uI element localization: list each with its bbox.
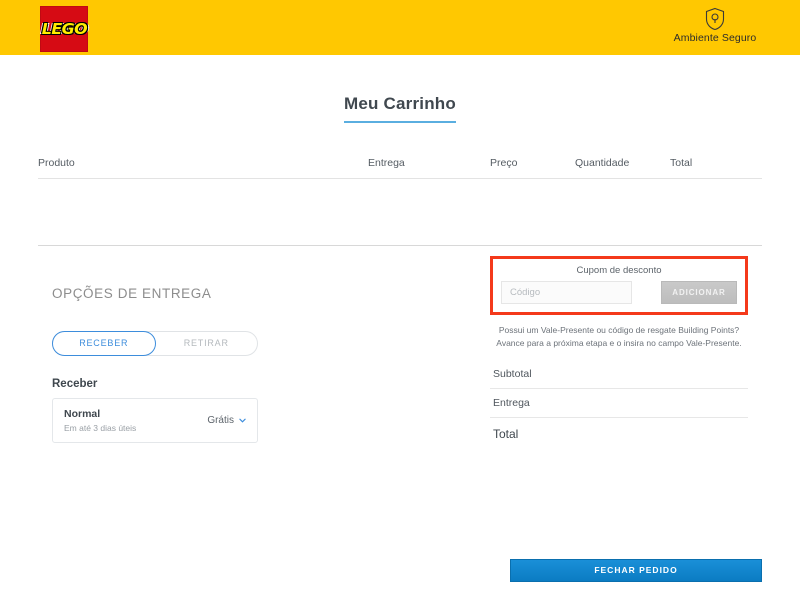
lego-logo-text: LEGO <box>41 20 87 38</box>
coupon-section: Cupom de desconto ADICIONAR <box>490 255 748 315</box>
site-header: LEGO Ambiente Seguro <box>0 0 800 55</box>
cart-items-list <box>38 179 762 246</box>
toggle-option-retirar[interactable]: RETIRAR <box>156 332 258 355</box>
cart-table: Produto Entrega Preço Quantidade Total <box>38 157 762 246</box>
delivery-mode-toggle[interactable]: RECEBER RETIRAR <box>52 330 258 356</box>
checkout-container: FECHAR PEDIDO <box>38 449 762 582</box>
shipping-method-price-group[interactable]: Grátis <box>207 415 246 426</box>
coupon-code-input[interactable] <box>501 280 632 304</box>
totals-list: Subtotal Entrega Total <box>490 360 748 449</box>
total-label-subtotal: Subtotal <box>493 367 532 380</box>
total-row-entrega: Entrega <box>490 389 748 418</box>
shipping-method-eta: Em até 3 dias úteis <box>64 422 137 433</box>
cart-table-header: Produto Entrega Preço Quantidade Total <box>38 157 762 179</box>
shipping-method-card[interactable]: Normal Em até 3 dias úteis Grátis <box>52 397 258 443</box>
total-row-subtotal: Subtotal <box>490 360 748 389</box>
shield-lock-icon <box>705 7 725 31</box>
main-content: OPÇÕES DE ENTREGA RECEBER RETIRAR Recebe… <box>38 246 762 449</box>
order-summary-panel: Cupom de desconto ADICIONAR Possui um Va… <box>490 246 748 449</box>
shipping-method-name: Normal <box>64 407 101 420</box>
gift-card-note-line2: Avance para a próxima etapa e o insira n… <box>496 337 742 348</box>
total-label-total: Total <box>493 426 519 441</box>
chevron-down-icon[interactable] <box>239 417 246 424</box>
delivery-options-panel: OPÇÕES DE ENTREGA RECEBER RETIRAR Recebe… <box>38 246 490 449</box>
delivery-subheading: Receber <box>52 377 98 390</box>
coupon-add-button[interactable]: ADICIONAR <box>661 280 737 304</box>
delivery-options-title: OPÇÕES DE ENTREGA <box>52 285 212 301</box>
column-header-quantidade: Quantidade <box>575 156 630 169</box>
total-row-total: Total <box>490 418 748 449</box>
gift-card-note-line1: Possui um Vale-Presente ou código de res… <box>498 324 740 335</box>
total-label-entrega: Entrega <box>493 396 530 409</box>
shipping-method-info: Normal Em até 3 dias úteis <box>64 408 136 433</box>
checkout-button[interactable]: FECHAR PEDIDO <box>510 558 762 582</box>
column-header-total: Total <box>670 156 693 169</box>
column-header-preco: Preço <box>490 156 518 169</box>
secure-environment-badge: Ambiente Seguro <box>655 7 775 44</box>
secure-environment-label: Ambiente Seguro <box>673 32 757 44</box>
toggle-option-receber[interactable]: RECEBER <box>52 330 156 356</box>
column-header-produto: Produto <box>38 156 75 169</box>
page-title: Meu Carrinho <box>344 94 456 124</box>
lego-logo[interactable]: LEGO <box>40 6 88 52</box>
gift-card-note: Possui um Vale-Presente ou código de res… <box>490 324 748 350</box>
shipping-method-price: Grátis <box>207 414 234 426</box>
coupon-row: ADICIONAR <box>501 280 737 304</box>
column-header-entrega: Entrega <box>368 156 405 169</box>
coupon-label: Cupom de desconto <box>576 264 662 276</box>
page-title-container: Meu Carrinho <box>0 83 800 135</box>
